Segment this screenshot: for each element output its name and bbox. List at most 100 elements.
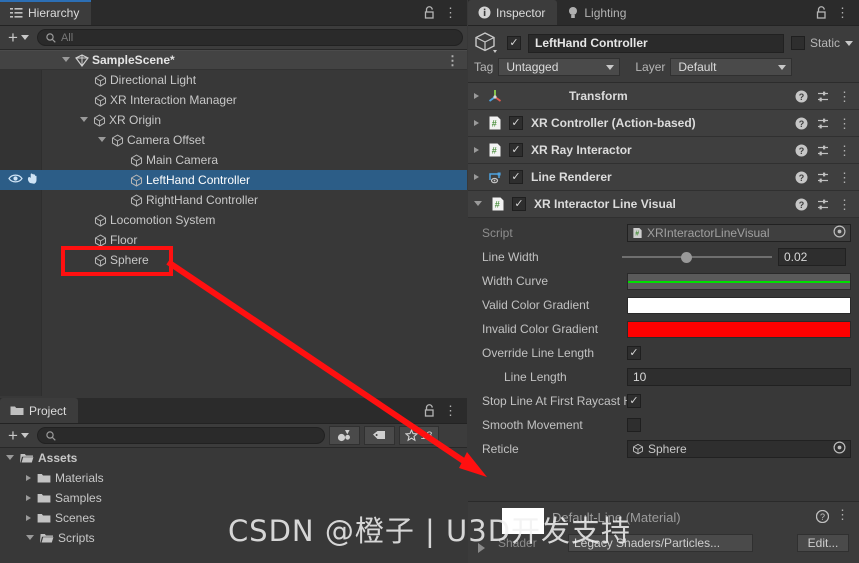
help-icon[interactable]: ? <box>795 90 808 103</box>
tab-hierarchy[interactable]: Hierarchy <box>0 0 92 25</box>
layer-dropdown[interactable]: Default <box>670 58 793 76</box>
object-reference-field[interactable]: # XRInteractorLineVisual <box>627 224 851 242</box>
component-enabled-checkbox[interactable]: ✓ <box>509 170 523 184</box>
object-picker-icon[interactable] <box>833 441 846 457</box>
chevron-right-icon[interactable] <box>474 147 479 153</box>
property-checkbox[interactable]: ✓ <box>627 394 641 408</box>
property-checkbox[interactable]: ✓ <box>627 346 641 360</box>
lock-icon[interactable] <box>424 404 435 417</box>
gradient-field[interactable] <box>627 320 851 338</box>
pickability-hand-icon[interactable] <box>26 172 40 188</box>
component-enabled-checkbox[interactable]: ✓ <box>509 116 523 130</box>
property-checkbox[interactable]: ✓ <box>627 418 641 432</box>
chevron-down-icon[interactable] <box>80 117 88 125</box>
chevron-down-icon[interactable] <box>6 455 14 463</box>
chevron-right-icon[interactable] <box>26 475 31 481</box>
object-name-field[interactable]: LeftHand Controller <box>528 33 784 53</box>
hierarchy-row[interactable]: SampleScene* ⋮ <box>0 50 467 70</box>
hierarchy-tree[interactable]: SampleScene* ⋮ Directional Light XR Interac… <box>0 50 467 396</box>
hierarchy-row[interactable]: XR Origin <box>0 110 467 130</box>
chevron-down-icon[interactable] <box>474 201 482 209</box>
static-toggle-group[interactable]: ✓ Static <box>790 36 853 50</box>
object-enabled-checkbox[interactable]: ✓ <box>507 36 521 50</box>
filter-by-label-button[interactable] <box>363 426 395 445</box>
number-field[interactable]: 10 <box>627 368 851 386</box>
width-curve-field[interactable] <box>627 272 851 290</box>
object-reference-field[interactable]: Sphere <box>627 440 851 458</box>
help-icon[interactable]: ? <box>795 144 808 157</box>
hierarchy-row[interactable]: XR Interaction Manager <box>0 90 467 110</box>
help-icon[interactable]: ? <box>815 509 830 526</box>
help-icon[interactable]: ? <box>795 198 808 211</box>
tab-project[interactable]: Project <box>0 398 79 423</box>
help-icon[interactable]: ? <box>795 117 808 130</box>
line-width-slider[interactable] <box>622 248 772 266</box>
kebab-menu-icon[interactable]: ⋮ <box>838 90 851 103</box>
kebab-menu-icon[interactable]: ⋮ <box>838 144 851 157</box>
filter-by-type-button[interactable] <box>328 426 360 445</box>
shader-dropdown[interactable]: Legacy Shaders/Particles... <box>568 534 753 552</box>
kebab-menu-icon[interactable]: ⋮ <box>446 54 459 67</box>
tab-lighting[interactable]: Lighting <box>557 0 638 25</box>
chevron-right-icon[interactable] <box>474 120 479 126</box>
hierarchy-row[interactable]: Locomotion System <box>0 210 467 230</box>
project-row[interactable]: Materials <box>0 468 467 488</box>
hierarchy-row[interactable]: Camera Offset <box>0 130 467 150</box>
tag-dropdown[interactable]: Untagged <box>498 58 621 76</box>
chevron-down-icon[interactable] <box>62 57 70 65</box>
chevron-down-icon[interactable] <box>98 137 106 145</box>
component-header-transform[interactable]: Transform? ⋮ <box>468 83 859 110</box>
project-row[interactable]: Scenes <box>0 508 467 528</box>
static-checkbox[interactable]: ✓ <box>790 36 805 50</box>
preset-icon[interactable] <box>816 171 830 184</box>
object-picker-icon[interactable] <box>833 225 846 241</box>
component-header-line-renderer[interactable]: ✓ Line Renderer? ⋮ <box>468 164 859 191</box>
chevron-right-icon[interactable] <box>474 174 479 180</box>
chevron-right-icon[interactable] <box>26 515 31 521</box>
hierarchy-row[interactable]: RightHand Controller <box>0 190 467 210</box>
gradient-field[interactable] <box>627 296 851 314</box>
visibility-eye-icon[interactable] <box>8 173 23 187</box>
project-row[interactable]: Assets <box>0 448 467 468</box>
project-tree[interactable]: Assets Materials Samples Scenes Scripts <box>0 448 467 563</box>
hierarchy-search-input[interactable]: All <box>36 29 463 46</box>
preset-icon[interactable] <box>816 90 830 103</box>
component-enabled-checkbox[interactable]: ✓ <box>512 197 526 211</box>
create-object-button[interactable]: + <box>4 29 33 46</box>
kebab-menu-icon[interactable]: ⋮ <box>838 171 851 184</box>
component-header-xr-interactor-line-visual[interactable]: # ✓ XR Interactor Line Visual? ⋮ <box>468 191 859 218</box>
hierarchy-row[interactable]: Sphere <box>0 250 467 270</box>
help-icon[interactable]: ? <box>795 171 808 184</box>
preset-icon[interactable] <box>816 117 830 130</box>
lock-icon[interactable] <box>424 6 435 19</box>
expand-triangle-icon[interactable] <box>478 543 485 553</box>
project-search-input[interactable] <box>36 427 325 444</box>
component-header-xr-controller-action-based[interactable]: # ✓ XR Controller (Action-based)? ⋮ <box>468 110 859 137</box>
component-header-xr-ray-interactor[interactable]: # ✓ XR Ray Interactor? ⋮ <box>468 137 859 164</box>
lock-icon[interactable] <box>816 6 827 19</box>
kebab-menu-icon[interactable]: ⋮ <box>838 117 851 130</box>
kebab-menu-icon[interactable]: ⋮ <box>838 198 851 211</box>
line-width-value-field[interactable]: 0.02 <box>778 248 846 266</box>
create-asset-button[interactable]: + <box>4 427 33 444</box>
kebab-menu-icon[interactable]: ⋮ <box>444 6 457 19</box>
chevron-right-icon[interactable] <box>474 93 479 99</box>
chevron-down-icon[interactable] <box>26 535 34 543</box>
kebab-menu-icon[interactable]: ⋮ <box>836 6 849 19</box>
preset-icon[interactable] <box>816 144 830 157</box>
hierarchy-row-selected[interactable]: LeftHand Controller <box>0 170 467 190</box>
preset-icon[interactable] <box>816 198 830 211</box>
slider-knob[interactable] <box>680 251 692 263</box>
hierarchy-row[interactable]: Main Camera <box>0 150 467 170</box>
chevron-down-icon[interactable] <box>845 40 853 46</box>
hierarchy-row[interactable]: Directional Light <box>0 70 467 90</box>
chevron-right-icon[interactable] <box>26 495 31 501</box>
component-enabled-checkbox[interactable]: ✓ <box>509 143 523 157</box>
hierarchy-row[interactable]: Floor <box>0 230 467 250</box>
tab-inspector[interactable]: Inspector <box>468 0 558 25</box>
kebab-menu-icon[interactable]: ⋮ <box>444 404 457 417</box>
project-row[interactable]: Scripts <box>0 528 467 548</box>
favorites-button[interactable]: 18 <box>398 426 439 445</box>
edit-shader-button[interactable]: Edit... <box>797 534 849 552</box>
project-row[interactable]: Samples <box>0 488 467 508</box>
